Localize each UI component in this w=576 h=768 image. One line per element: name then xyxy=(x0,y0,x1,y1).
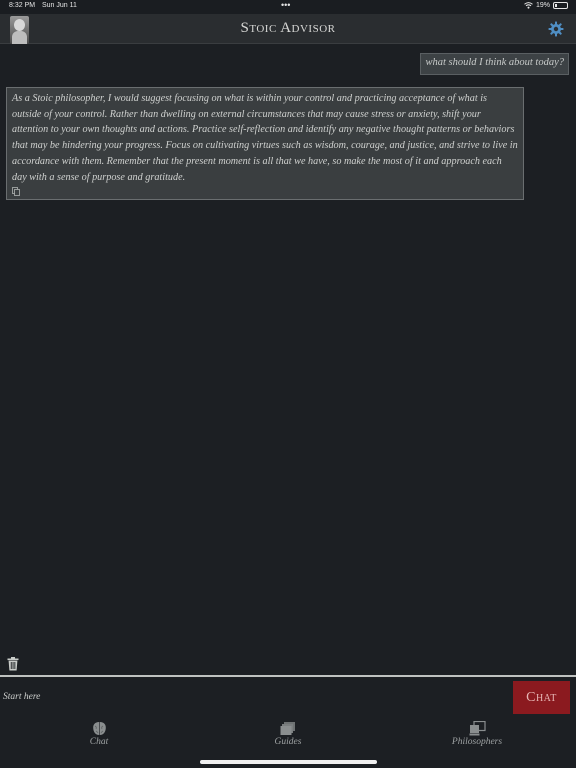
copy-icon[interactable] xyxy=(12,187,20,196)
status-bar: 8:32 PM Sun Jun 11 ••• 19% xyxy=(0,0,576,14)
tab-philosophers[interactable]: Philosophers xyxy=(432,721,522,751)
wifi-icon xyxy=(524,2,533,9)
page-title: Stoic Advisor xyxy=(240,20,336,36)
advisor-message: As a Stoic philosopher, I would suggest … xyxy=(6,87,524,200)
status-time: 8:32 PM xyxy=(9,2,36,9)
home-indicator[interactable] xyxy=(200,760,377,764)
brain-icon xyxy=(92,722,106,735)
tab-guides[interactable]: Guides xyxy=(243,721,333,751)
philosophers-icon xyxy=(469,721,486,736)
battery-icon xyxy=(553,2,568,9)
battery-level xyxy=(555,4,557,7)
trash-icon[interactable] xyxy=(7,657,19,671)
guides-icon xyxy=(280,722,295,735)
advisor-message-text: As a Stoic philosopher, I would suggest … xyxy=(12,93,518,183)
multitasking-dots[interactable]: ••• xyxy=(281,0,290,10)
tab-philosophers-label: Philosophers xyxy=(451,737,503,747)
status-date: Sun Jun 11 xyxy=(42,2,77,9)
message-input[interactable] xyxy=(3,685,303,709)
status-right: 19% xyxy=(524,2,568,9)
tab-chat[interactable]: Chat xyxy=(54,721,144,751)
gear-icon[interactable] xyxy=(548,21,564,37)
battery-percent: 19% xyxy=(535,2,550,9)
chat-send-button[interactable]: Chat xyxy=(513,681,570,714)
nav-bar: Stoic Advisor xyxy=(0,14,576,44)
tab-chat-label: Chat xyxy=(89,737,109,747)
user-message: what should I think about today? xyxy=(420,53,569,75)
tab-guides-label: Guides xyxy=(274,737,302,747)
